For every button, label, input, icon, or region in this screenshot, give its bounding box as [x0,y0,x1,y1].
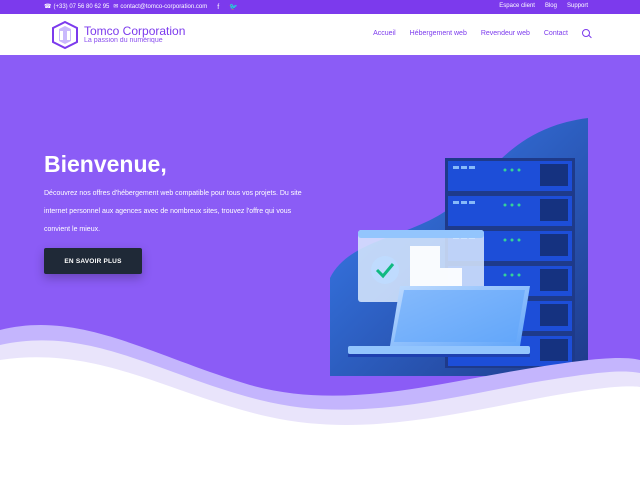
phone-contact[interactable]: ☎ (+33) 07 56 80 62 95 [44,4,109,10]
top-links: Espace client Blog Support [499,3,588,9]
nav-hebergement-web[interactable]: Hébergement web [410,30,467,37]
nav-revendeur-web[interactable]: Revendeur web [481,30,530,37]
hero-section: Bienvenue, Découvrez nos offres d'héberg… [0,55,640,480]
nav-contact[interactable]: Contact [544,30,568,37]
learn-more-button[interactable]: EN SAVOIR PLUS [44,248,142,274]
main-nav: Accueil Hébergement web Revendeur web Co… [373,29,590,37]
nav-accueil[interactable]: Accueil [373,30,396,37]
top-bar: ☎ (+33) 07 56 80 62 95 ✉ contact@tomco-c… [0,0,640,14]
phone-icon: ☎ [44,4,52,10]
email-contact[interactable]: ✉ contact@tomco-corporation.com [113,4,207,10]
email-text: contact@tomco-corporation.com [120,4,208,10]
twitter-icon[interactable]: 🐦 [229,3,238,11]
email-icon: ✉ [113,4,119,10]
contact-info: ☎ (+33) 07 56 80 62 95 ✉ contact@tomco-c… [44,3,238,12]
top-link-blog[interactable]: Blog [545,3,557,9]
brand-logo[interactable]: Tomco Corporation La passion du numériqu… [50,20,200,50]
brand-name: Tomco Corporation [84,24,186,38]
phone-text: (+33) 07 56 80 62 95 [53,4,110,10]
search-icon[interactable] [582,29,590,37]
logo-mark-icon [52,20,78,50]
facebook-icon[interactable]: f [217,4,219,11]
hero-title: Bienvenue, [44,151,167,177]
brand-tagline: La passion du numérique [84,37,163,44]
hero-description: Découvrez nos offres d'hébergement web c… [44,190,302,233]
top-link-support[interactable]: Support [567,3,588,9]
top-link-espace-client[interactable]: Espace client [499,3,535,9]
main-header: Tomco Corporation La passion du numériqu… [0,14,640,55]
